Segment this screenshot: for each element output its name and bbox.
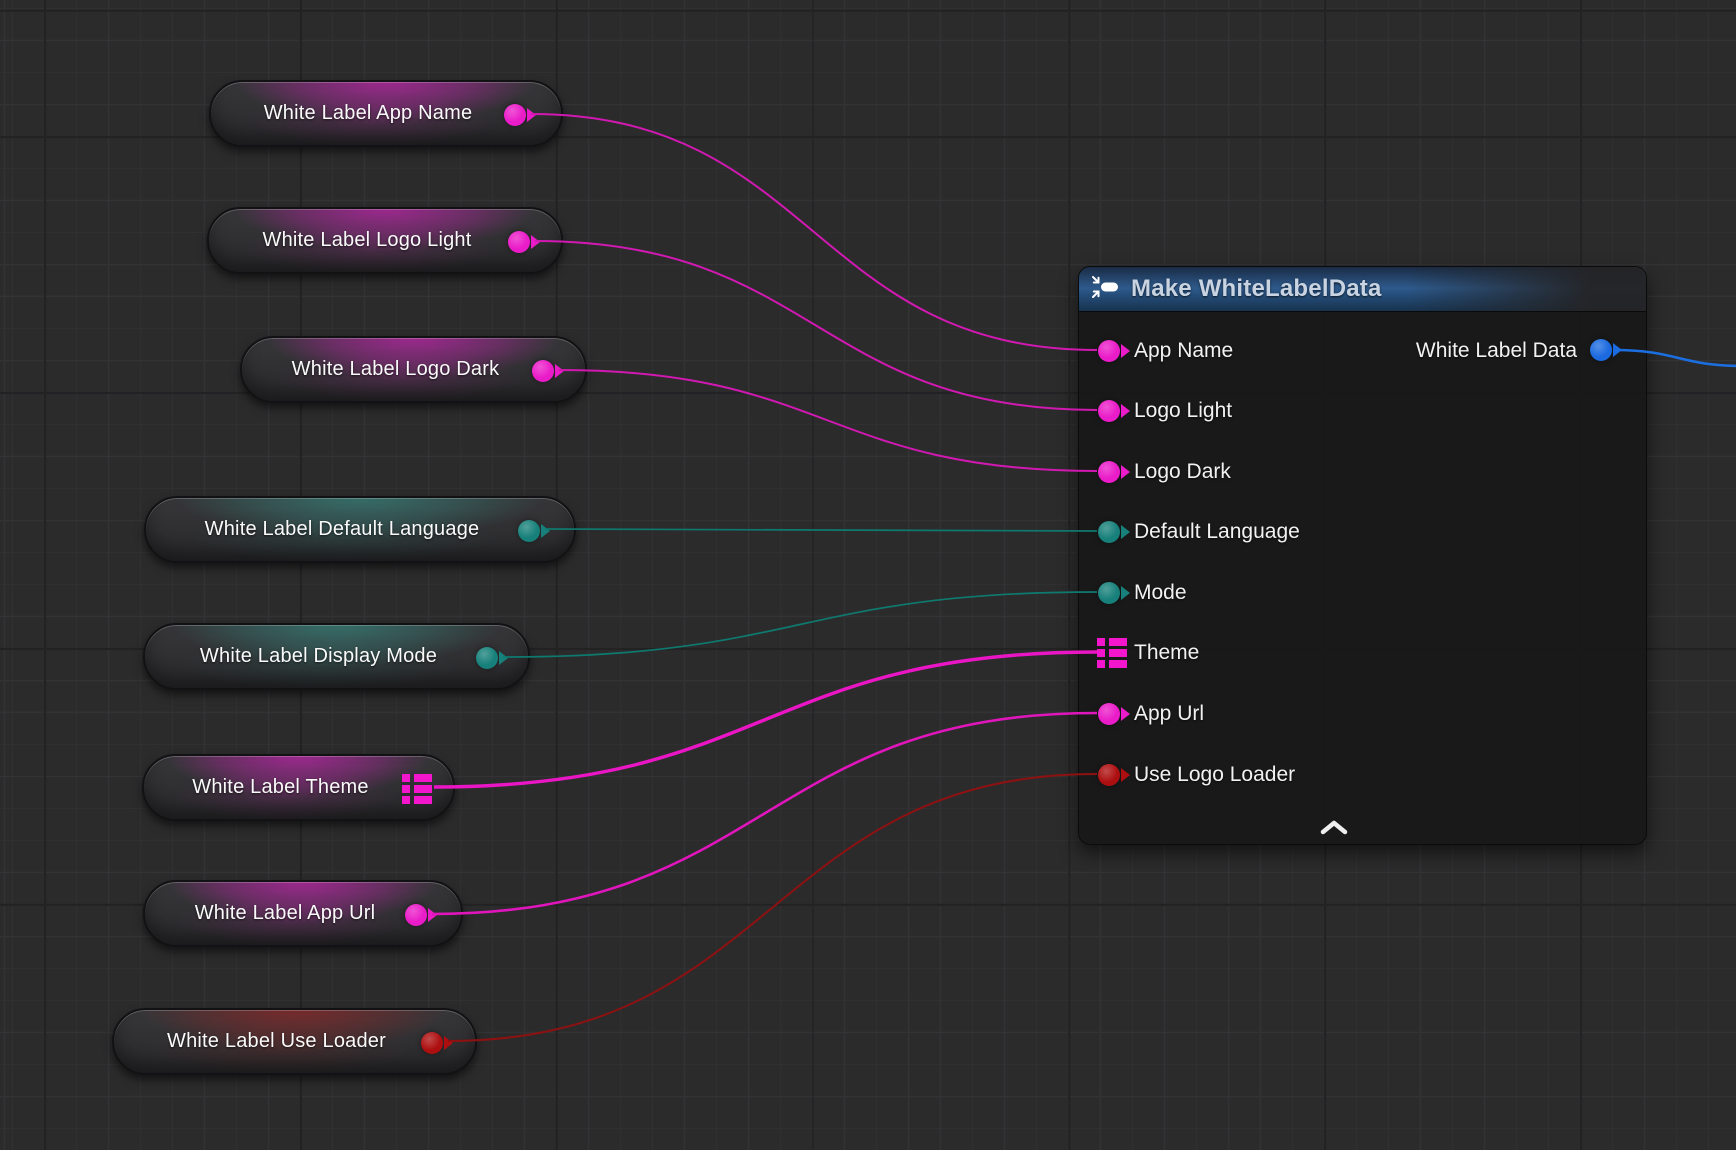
wire-theme[interactable]: [434, 652, 1097, 787]
blueprint-graph-canvas[interactable]: White Label App Name White Label Logo Lig…: [0, 0, 1736, 1150]
input-pin-app-name[interactable]: [1098, 340, 1132, 362]
make-node-title: Make WhiteLabelData: [1131, 275, 1382, 303]
input-pin-app-name-circle: [1098, 340, 1120, 362]
white-label-default-language-output-pin-circle: [518, 520, 540, 542]
input-pin-row-logo-light: Logo Light: [1079, 381, 1399, 441]
input-pin-row-theme: Theme: [1079, 623, 1399, 683]
input-pin-row-app-name: App Name: [1079, 321, 1399, 381]
input-pin-row-app-url: App Url: [1079, 684, 1399, 744]
input-pin-app-url-arrow: [1121, 707, 1130, 721]
input-pin-label: Use Logo Loader: [1134, 745, 1295, 805]
input-pin-use-logo-loader-arrow: [1121, 768, 1130, 782]
input-pin-row-use-logo-loader: Use Logo Loader: [1079, 745, 1399, 805]
input-pin-label: Default Language: [1134, 502, 1300, 562]
white-label-logo-light-output-pin-circle: [508, 231, 530, 253]
input-pin-app-url-circle: [1098, 703, 1120, 725]
white-label-app-url-output-pin-circle: [405, 904, 427, 926]
variable-getter-node-white-label-use-loader[interactable]: White Label Use Loader: [112, 1008, 477, 1075]
input-pin-mode-circle: [1098, 582, 1120, 604]
input-pin-label: Theme: [1134, 623, 1199, 683]
getter-node-label: White Label Theme: [170, 756, 391, 819]
variable-getter-node-white-label-logo-light[interactable]: White Label Logo Light: [207, 207, 563, 274]
struct-grid-pin-icon: [402, 774, 432, 804]
wire-logo-light[interactable]: [535, 241, 1097, 410]
getter-node-label: White Label Default Language: [172, 498, 512, 561]
wire-app-name[interactable]: [531, 114, 1097, 350]
getter-node-label: White Label Use Loader: [140, 1010, 413, 1073]
getter-node-label: White Label Display Mode: [171, 625, 466, 688]
input-pin-label: Mode: [1134, 563, 1187, 623]
input-pin-row-logo-dark: Logo Dark: [1079, 442, 1399, 502]
input-pin-row-mode: Mode: [1079, 563, 1399, 623]
white-label-logo-light-output-pin-arrow: [531, 235, 540, 249]
input-pin-app-url[interactable]: [1098, 703, 1132, 725]
input-pin-row-default-language: Default Language: [1079, 502, 1399, 562]
wire-app-url[interactable]: [432, 713, 1097, 914]
wire-use-loader[interactable]: [448, 774, 1097, 1041]
getter-node-label: White Label App Name: [237, 82, 499, 145]
input-pin-logo-light-arrow: [1121, 404, 1130, 418]
input-pin-label: Logo Light: [1134, 381, 1232, 441]
white-label-default-language-output-pin[interactable]: [518, 520, 552, 542]
make-struct-icon: [1091, 275, 1119, 304]
make-whitelabeldata-node[interactable]: Make WhiteLabelData App NameLogo LightLog…: [1078, 266, 1647, 845]
variable-getter-node-white-label-display-mode[interactable]: White Label Display Mode: [143, 623, 530, 690]
input-pin-logo-light[interactable]: [1098, 400, 1132, 422]
input-pin-use-logo-loader[interactable]: [1098, 764, 1132, 786]
input-pin-default-language[interactable]: [1098, 521, 1132, 543]
make-node-title-bar[interactable]: Make WhiteLabelData: [1079, 267, 1646, 312]
wire-display-mode[interactable]: [503, 592, 1097, 657]
white-label-use-loader-output-pin-arrow: [444, 1036, 453, 1050]
wire-logo-dark[interactable]: [559, 370, 1097, 471]
wire-default-language[interactable]: [545, 529, 1097, 531]
output-pin-white-label-data[interactable]: [1590, 339, 1624, 361]
input-pin-logo-dark[interactable]: [1098, 461, 1132, 483]
input-pin-logo-dark-circle: [1098, 461, 1120, 483]
white-label-app-name-output-pin[interactable]: [504, 104, 538, 126]
input-pin-app-name-arrow: [1121, 344, 1130, 358]
white-label-display-mode-output-pin-arrow: [499, 651, 508, 665]
output-pin-white-label-data-arrow: [1613, 343, 1622, 357]
struct-grid-pin-icon: [1097, 638, 1127, 668]
white-label-theme-output-pin-struct-icon[interactable]: [402, 774, 432, 804]
variable-getter-node-white-label-default-language[interactable]: White Label Default Language: [144, 496, 576, 563]
white-label-use-loader-output-pin-circle: [421, 1032, 443, 1054]
input-pin-use-logo-loader-circle: [1098, 764, 1120, 786]
variable-getter-node-white-label-theme[interactable]: White Label Theme: [142, 754, 455, 821]
input-pin-default-language-circle: [1098, 521, 1120, 543]
input-pin-mode-arrow: [1121, 586, 1130, 600]
white-label-use-loader-output-pin[interactable]: [421, 1032, 455, 1054]
variable-getter-node-white-label-app-name[interactable]: White Label App Name: [209, 80, 563, 147]
white-label-default-language-output-pin-arrow: [541, 524, 550, 538]
input-pin-logo-dark-arrow: [1121, 465, 1130, 479]
white-label-app-name-output-pin-arrow: [527, 108, 536, 122]
input-pin-mode[interactable]: [1098, 582, 1132, 604]
white-label-logo-dark-output-pin-circle: [532, 360, 554, 382]
input-pin-default-language-arrow: [1121, 525, 1130, 539]
input-pin-label: Logo Dark: [1134, 442, 1231, 502]
output-pin-label: White Label Data: [1416, 321, 1577, 381]
variable-getter-node-white-label-logo-dark[interactable]: White Label Logo Dark: [240, 336, 587, 403]
collapse-chevron-icon[interactable]: [1319, 819, 1349, 841]
input-pin-label: App Name: [1134, 321, 1233, 381]
getter-node-label: White Label App Url: [171, 882, 399, 945]
white-label-app-name-output-pin-circle: [504, 104, 526, 126]
white-label-display-mode-output-pin[interactable]: [476, 647, 510, 669]
getter-node-label: White Label Logo Light: [235, 209, 499, 272]
input-pin-logo-light-circle: [1098, 400, 1120, 422]
white-label-app-url-output-pin[interactable]: [405, 904, 439, 926]
getter-node-label: White Label Logo Dark: [268, 338, 523, 401]
white-label-logo-light-output-pin[interactable]: [508, 231, 542, 253]
white-label-logo-dark-output-pin-arrow: [555, 364, 564, 378]
white-label-app-url-output-pin-arrow: [428, 908, 437, 922]
input-pin-label: App Url: [1134, 684, 1204, 744]
white-label-display-mode-output-pin-circle: [476, 647, 498, 669]
white-label-logo-dark-output-pin[interactable]: [532, 360, 566, 382]
output-pin-white-label-data-circle: [1590, 339, 1612, 361]
variable-getter-node-white-label-app-url[interactable]: White Label App Url: [143, 880, 463, 947]
input-pin-theme-struct-icon[interactable]: [1097, 638, 1127, 668]
